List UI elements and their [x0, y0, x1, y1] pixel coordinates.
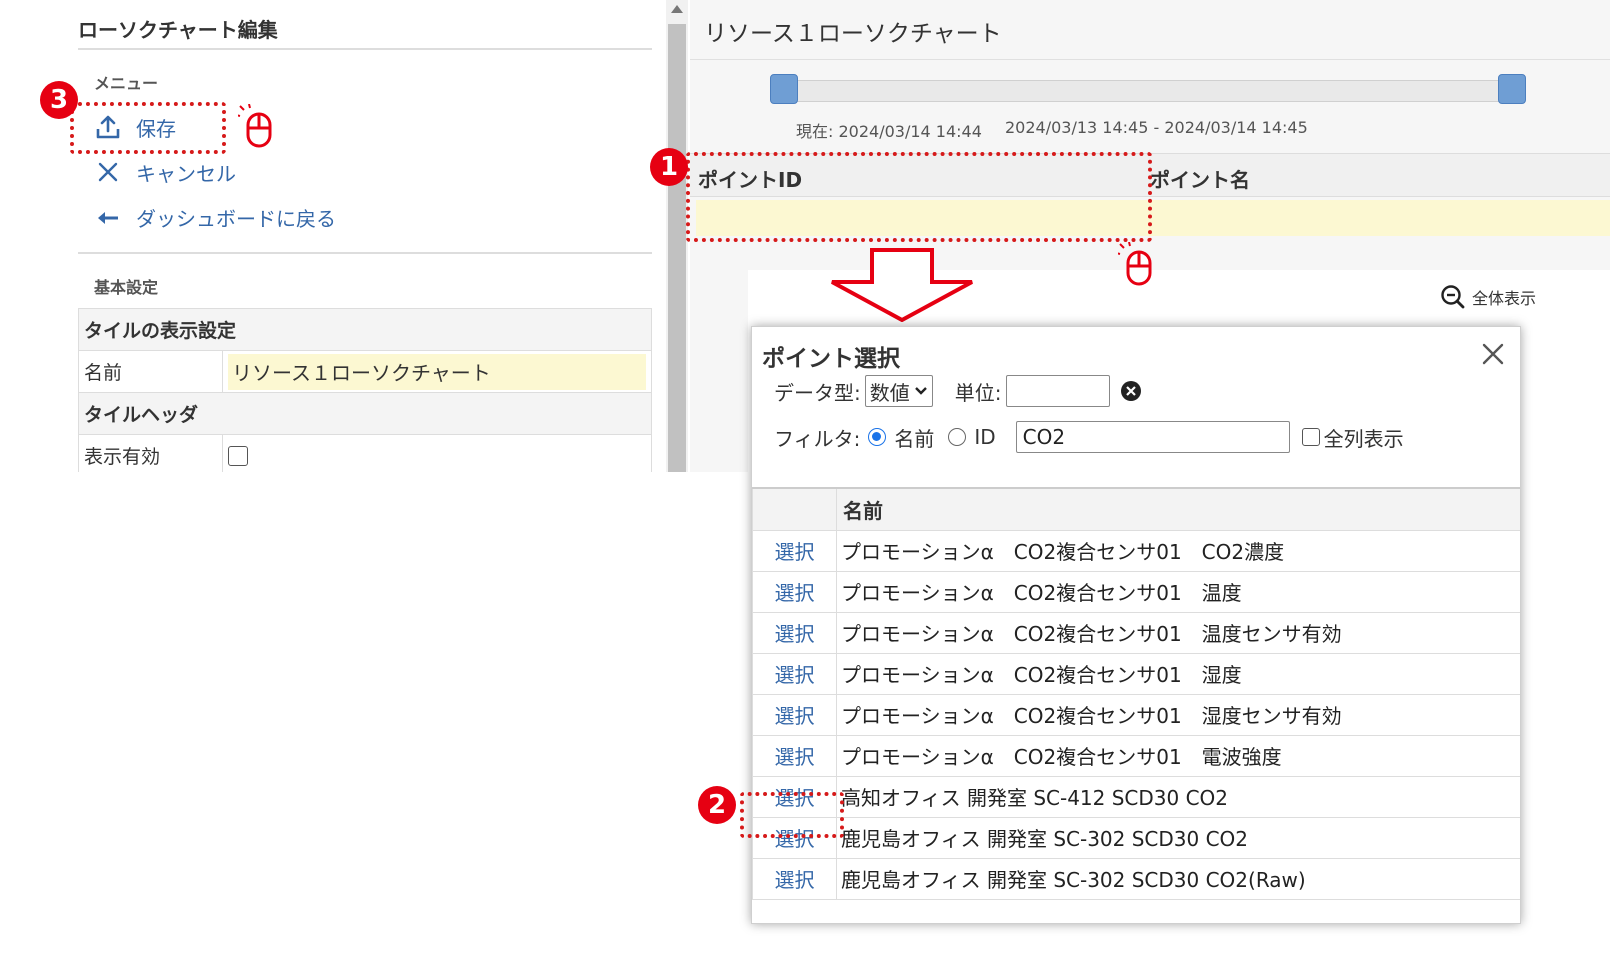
filter-id-label: ID: [974, 425, 996, 449]
tile-name-input[interactable]: [228, 353, 646, 390]
display-enabled-checkbox[interactable]: [228, 446, 248, 466]
edit-panel: ローソクチャート編集 メニュー 保存 キャンセル ダッシュボードに戻る 基本設定…: [78, 0, 652, 472]
tile-header-heading: タイルヘッダ: [78, 392, 652, 435]
select-link[interactable]: 選択: [752, 693, 837, 736]
name-column-header: 名前: [836, 487, 1520, 531]
clear-icon[interactable]: [1120, 380, 1142, 402]
page-title: ローソクチャート編集: [78, 18, 278, 42]
scroll-up-arrow-icon[interactable]: [671, 5, 683, 13]
table-row: 選択 鹿児島オフィス 開発室 SC-302 SCD30 CO2(Raw): [752, 857, 1520, 900]
tile-display-heading: タイルの表示設定: [78, 308, 652, 351]
point-name-cell: プロモーションα CO2複合センサ01 電波強度: [836, 734, 1520, 777]
select-highlight-box: [740, 792, 844, 838]
table-row: 選択 プロモーションα CO2複合センサ01 湿度: [752, 652, 1520, 695]
back-arrow-icon: [98, 212, 118, 224]
basic-settings-label: 基本設定: [94, 278, 159, 297]
point-name-column-header: ポイント名: [1150, 168, 1250, 192]
step-3-badge: 3: [40, 81, 78, 119]
divider: [78, 252, 652, 254]
select-column-header: [752, 487, 837, 531]
slider-end-handle[interactable]: [1498, 74, 1526, 104]
filter-label: フィルタ:: [774, 426, 861, 451]
close-icon[interactable]: [1476, 337, 1510, 371]
group-row: タイルヘッダ: [78, 392, 652, 435]
table-row: 選択 プロモーションα CO2複合センサ01 温度: [752, 570, 1520, 613]
down-arrow-icon: [831, 248, 973, 322]
point-name-cell: 鹿児島オフィス 開発室 SC-302 SCD30 CO2(Raw): [836, 857, 1520, 900]
cancel-button[interactable]: キャンセル: [94, 155, 236, 189]
data-type-label: データ型:: [774, 380, 861, 405]
show-all-columns-checkbox[interactable]: [1301, 428, 1320, 446]
step-1-badge: 1: [650, 148, 688, 186]
point-name-cell: プロモーションα CO2複合センサ01 温度センサ有効: [836, 611, 1520, 654]
close-icon: [98, 162, 118, 182]
point-id-highlight-box: [686, 152, 1152, 242]
chevron-down-icon: [914, 387, 927, 395]
group-row: タイルの表示設定: [78, 308, 652, 351]
data-type-select[interactable]: 数値: [864, 375, 933, 407]
filter-id-radio[interactable]: [948, 428, 967, 446]
point-result-table: 名前 選択 プロモーションα CO2複合センサ01 CO2濃度 選択 プロモーシ…: [752, 487, 1520, 900]
select-link[interactable]: 選択: [752, 734, 837, 777]
mouse-click-icon: [1118, 242, 1152, 286]
back-to-dashboard-button[interactable]: ダッシュボードに戻る: [94, 200, 336, 234]
save-highlight-box: [70, 102, 226, 154]
data-type-value: 数値: [869, 380, 910, 405]
zoom-all-label: 全体表示: [1472, 289, 1537, 308]
unit-input[interactable]: [1005, 375, 1110, 407]
slider-start-handle[interactable]: [770, 74, 798, 104]
cancel-label: キャンセル: [136, 161, 236, 186]
table-row: 選択 プロモーションα CO2複合センサ01 湿度センサ有効: [752, 693, 1520, 736]
point-name-cell: 鹿児島オフィス 開発室 SC-302 SCD30 CO2: [836, 816, 1520, 859]
point-name-cell: プロモーションα CO2複合センサ01 CO2濃度: [836, 529, 1520, 572]
table-row: 表示有効: [78, 434, 652, 472]
unit-label: 単位:: [954, 380, 1002, 405]
zoom-all-button[interactable]: 全体表示: [1440, 284, 1536, 310]
point-name-cell: プロモーションα CO2複合センサ01 温度: [836, 570, 1520, 613]
step-2-badge: 2: [698, 786, 736, 824]
settings-table: タイルの表示設定 名前 タイルヘッダ 表示有効: [78, 308, 652, 472]
table-row: 選択 プロモーションα CO2複合センサ01 CO2濃度: [752, 529, 1520, 572]
divider: [78, 48, 652, 50]
select-link[interactable]: 選択: [752, 570, 837, 613]
select-link[interactable]: 選択: [752, 857, 837, 900]
point-name-cell: プロモーションα CO2複合センサ01 湿度: [836, 652, 1520, 695]
scroll-thumb[interactable]: [668, 24, 686, 472]
chart-header: リソース１ローソクチャート: [690, 0, 1610, 60]
select-link[interactable]: 選択: [752, 529, 837, 572]
filter-row: フィルタ: 名前 ID 全列表示: [774, 421, 1404, 453]
time-range-slider[interactable]: [782, 80, 1518, 102]
filter-name-radio[interactable]: [868, 428, 887, 446]
filter-name-label: 名前: [894, 426, 935, 451]
chart-title: リソース１ローソクチャート: [704, 21, 1002, 47]
point-name-cell: プロモーションα CO2複合センサ01 湿度センサ有効: [836, 693, 1520, 736]
menu-section-label: メニュー: [94, 74, 159, 93]
show-all-columns-label: 全列表示: [1323, 426, 1404, 451]
name-label: 名前: [78, 350, 223, 393]
zoom-out-icon: [1441, 285, 1465, 309]
back-label: ダッシュボードに戻る: [136, 206, 336, 231]
select-link[interactable]: 選択: [752, 611, 837, 654]
table-header-row: 名前: [752, 487, 1520, 531]
table-row: 選択 鹿児島オフィス 開発室 SC-302 SCD30 CO2: [752, 816, 1520, 859]
scrollbar[interactable]: [666, 0, 688, 472]
table-row: 選択 高知オフィス 開発室 SC-412 SCD30 CO2: [752, 775, 1520, 818]
table-row: 選択 プロモーションα CO2複合センサ01 電波強度: [752, 734, 1520, 777]
time-range-label: 2024/03/13 14:45 - 2024/03/14 14:45: [1005, 118, 1308, 137]
point-name-cell: 高知オフィス 開発室 SC-412 SCD30 CO2: [836, 775, 1520, 818]
select-link[interactable]: 選択: [752, 652, 837, 695]
data-type-row: データ型: 数値 単位:: [774, 375, 1142, 407]
dialog-title: ポイント選択: [762, 346, 900, 372]
current-time-label: 現在: 2024/03/14 14:44: [796, 122, 982, 141]
point-select-dialog: ポイント選択 データ型: 数値 単位: フィルタ: 名前 ID 全列表示 名前: [751, 326, 1521, 924]
table-row: 選択 プロモーションα CO2複合センサ01 温度センサ有効: [752, 611, 1520, 654]
display-enabled-label: 表示有効: [78, 434, 223, 472]
filter-input[interactable]: [1015, 421, 1290, 453]
mouse-click-icon: [238, 104, 272, 148]
table-row: 名前: [78, 350, 652, 393]
